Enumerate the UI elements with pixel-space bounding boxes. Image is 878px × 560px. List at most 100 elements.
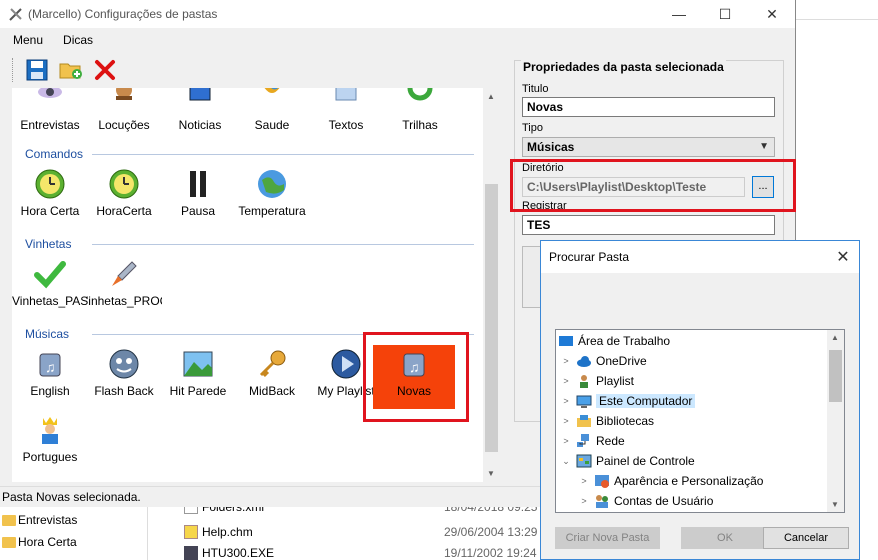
scroll-down-arrow-icon[interactable]: ▼	[487, 469, 495, 478]
expand-arrow-icon[interactable]: >	[578, 496, 590, 506]
new-folder-icon	[59, 63, 82, 79]
folder-item-vinhetas-proc[interactable]: 'inhetas_PROC	[86, 258, 162, 308]
folder-item-hora-certa[interactable]: Hora Certa	[12, 168, 88, 218]
file-row[interactable]: HTU300.EXE 19/11/2002 19:24	[160, 543, 540, 560]
close-button[interactable]: ✕	[749, 0, 795, 28]
toolbar-grip[interactable]	[12, 58, 15, 82]
scroll-up-arrow-icon[interactable]: ▲	[487, 92, 495, 101]
rocket-icon	[108, 258, 140, 290]
dialog-title: Procurar Pasta	[549, 250, 630, 264]
folder-tree: Área de Trabalho > OneDrive > Playlist >…	[555, 329, 845, 513]
folder-item-flash-back[interactable]: Flash Back	[86, 348, 162, 398]
menu-item-menu[interactable]: Menu	[0, 33, 50, 47]
new-folder-button[interactable]: Criar Nova Pasta	[555, 527, 660, 549]
tree-item-rede[interactable]: > Rede	[560, 431, 625, 451]
health-icon	[256, 88, 288, 114]
maximize-button[interactable]: ☐	[702, 0, 748, 28]
folder-item-pausa[interactable]: Pausa	[160, 168, 236, 218]
expand-arrow-icon[interactable]: >	[560, 376, 572, 386]
tree-scrollbar[interactable]: ▲ ▼	[827, 330, 844, 512]
title-bar[interactable]: (Marcello) Configurações de pastas — ☐ ✕	[0, 0, 795, 28]
tipo-label: Tipo	[522, 122, 543, 134]
scrollbar-thumb[interactable]	[485, 184, 498, 452]
folder-item-noticias[interactable]: Noticias	[162, 88, 238, 132]
window-title: (Marcello) Configurações de pastas	[28, 7, 218, 21]
group-divider	[92, 244, 474, 245]
folder-item-locucoes[interactable]: Locuções	[86, 88, 162, 132]
recycle-arrows-icon	[404, 88, 436, 114]
tree-item-contas-de-usuario[interactable]: > Contas de Usuário	[578, 491, 713, 511]
eye-icon	[34, 88, 66, 114]
expand-arrow-icon[interactable]: >	[560, 416, 572, 426]
properties-header: Propriedades da pasta selecionada	[521, 60, 726, 74]
group-divider	[92, 154, 474, 155]
ok-button[interactable]: OK	[681, 527, 769, 549]
svg-text:♫: ♫	[45, 359, 56, 375]
titulo-input[interactable]: Novas	[522, 97, 775, 117]
expand-arrow-icon[interactable]: >	[560, 356, 572, 366]
folder-item-textos[interactable]: Textos	[308, 88, 384, 132]
registrar-input[interactable]: TES	[522, 215, 775, 235]
background-folder-item[interactable]: Hora Certa	[0, 531, 147, 553]
tree-item-onedrive[interactable]: > OneDrive	[560, 351, 646, 371]
scroll-up-arrow-icon[interactable]: ▲	[831, 333, 839, 342]
folder-item-horacerta[interactable]: HoraCerta	[86, 168, 162, 218]
menu-item-dicas[interactable]: Dicas	[50, 33, 100, 47]
group-label-vinhetas: Vinhetas	[25, 237, 72, 251]
scroll-down-arrow-icon[interactable]: ▼	[831, 500, 839, 509]
folder-icon	[2, 536, 16, 548]
expand-arrow-icon[interactable]: >	[560, 436, 572, 446]
tree-item-aparencia[interactable]: > Aparência e Personalização	[578, 471, 763, 491]
background-file-list: Folders.xml 18/04/2018 09:25 Help.chm 29…	[160, 500, 540, 560]
tree-item-playlist[interactable]: > Playlist	[560, 371, 634, 391]
group-label-comandos: Comandos	[25, 147, 84, 161]
directory-highlight	[510, 159, 796, 212]
folder-item-saude[interactable]: Saude	[234, 88, 310, 132]
tree-item-este-computador[interactable]: > Este Computador	[560, 391, 696, 411]
folder-item-english[interactable]: ♫ English	[12, 348, 88, 398]
libraries-icon	[576, 413, 592, 429]
folders-scrollbar[interactable]: ▲ ▼	[483, 88, 500, 482]
tree-item-painel-de-controle[interactable]: ⌄ Painel de Controle	[560, 451, 695, 471]
folder-item-midback[interactable]: MidBack	[234, 348, 310, 398]
tree-item-desktop[interactable]: Área de Trabalho	[558, 331, 670, 351]
folder-item-temperatura[interactable]: Temperatura	[234, 168, 310, 218]
collapse-arrow-icon[interactable]: ⌄	[560, 456, 572, 467]
clock-icon	[34, 168, 66, 200]
folder-item-portugues[interactable]: Portugues	[12, 414, 88, 464]
save-button[interactable]	[23, 56, 51, 84]
tree-item-bibliotecas[interactable]: > Bibliotecas	[560, 411, 654, 431]
folder-icon	[2, 514, 16, 526]
new-folder-button[interactable]	[57, 56, 85, 84]
folder-item-vinhetas-pas[interactable]: Vinhetas_PAS	[12, 258, 88, 308]
face-icon	[108, 348, 140, 380]
appearance-icon	[594, 473, 610, 489]
exe-file-icon	[184, 546, 198, 560]
control-panel-icon	[576, 453, 592, 469]
expand-arrow-icon[interactable]: >	[578, 476, 590, 486]
cancel-button[interactable]: Cancelar	[763, 527, 849, 549]
dialog-close-button[interactable]: ✕	[827, 241, 859, 273]
scrollbar-thumb[interactable]	[829, 350, 842, 402]
expand-arrow-icon[interactable]: >	[560, 396, 572, 406]
folder-item-trilhas[interactable]: Trilhas	[382, 88, 458, 132]
cloud-icon	[576, 353, 592, 369]
folder-item-entrevistas[interactable]: Entrevistas	[12, 88, 88, 132]
tools-app-icon	[8, 6, 24, 22]
help-file-icon	[184, 525, 198, 539]
clock-icon	[108, 168, 140, 200]
folder-item-hit-parede[interactable]: Hit Parede	[160, 348, 236, 398]
delete-button[interactable]	[91, 56, 119, 84]
selection-highlight	[363, 332, 469, 422]
checkmark-icon	[34, 258, 66, 290]
chevron-down-icon: ▼	[759, 141, 769, 152]
background-folder-item[interactable]: Entrevistas	[0, 509, 147, 531]
tipo-select[interactable]: Músicas ▼	[522, 137, 775, 157]
dialog-title-bar[interactable]: Procurar Pasta ✕	[541, 241, 859, 273]
minimize-button[interactable]: —	[656, 0, 702, 28]
file-row[interactable]: Help.chm 29/06/2004 13:29	[160, 522, 540, 542]
key-icon	[256, 348, 288, 380]
music-note-disc-icon: ♫	[34, 348, 66, 380]
red-x-delete-icon	[95, 60, 115, 80]
newspaper-icon	[184, 88, 216, 114]
